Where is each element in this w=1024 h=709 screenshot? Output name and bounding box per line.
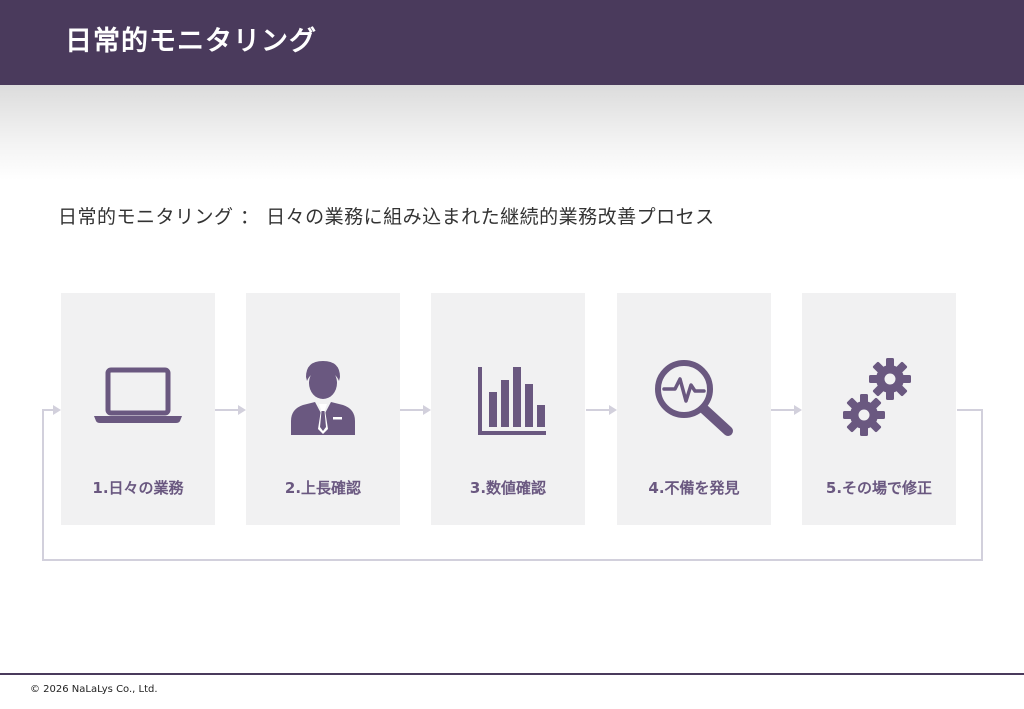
step-card-figure-check: 3.数値確認 [431,293,585,525]
arrowhead-5 [794,405,802,415]
laptop-icon [94,367,182,423]
step-label: 5.その場で修正 [825,479,933,497]
step-card-daily-work: 1.日々の業務 [61,293,215,525]
footer-divider [0,673,1024,675]
step-card-fix-on-spot: 5.その場で修正 [802,293,956,525]
step-label: 3.数値確認 [469,479,547,497]
gears-icon [843,358,911,436]
arrowhead-3 [423,405,431,415]
arrowhead-2 [238,405,246,415]
step-card-find-defects: 4.不備を発見 [617,293,771,525]
step-label: 4.不備を発見 [648,479,740,497]
businessman-icon [291,361,355,435]
copyright-text: © 2026 NaLaLys Co., Ltd. [30,684,158,695]
step-label: 1.日々の業務 [92,479,184,497]
step-label: 2.上長確認 [284,479,362,497]
magnifier-pulse-icon [655,360,733,436]
arrowhead-1 [53,405,61,415]
arrowhead-4 [609,405,617,415]
bar-chart-icon [478,367,546,435]
step-card-manager-check: 2.上長確認 [246,293,400,525]
